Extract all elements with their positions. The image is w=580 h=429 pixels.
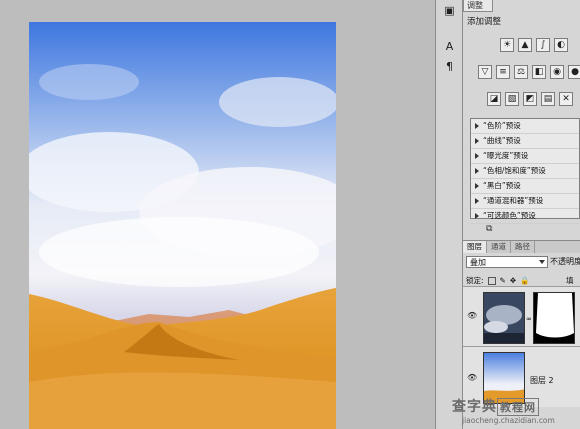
lock-transparent-icon[interactable] — [487, 276, 496, 285]
selective-color-icon[interactable]: ✕ — [559, 92, 573, 106]
invert-icon[interactable]: ◪ — [487, 92, 501, 106]
expand-triangle-icon — [475, 138, 479, 144]
opacity-label: 不透明度 — [550, 257, 580, 266]
adjustment-presets-list: “色阶”预设 “曲线”预设 “曝光度”预设 “色相/饱和度”预设 “黑白”预设 … — [470, 118, 580, 224]
exposure-icon[interactable]: ◐ — [554, 38, 568, 52]
vibrance-icon[interactable]: ▽ — [478, 65, 492, 79]
expand-triangle-icon — [475, 198, 479, 204]
adjustment-icons-row-2: ▽ ≡ ⚖ ◧ ◉ ● — [478, 65, 580, 81]
chain-link-icon[interactable]: ∞ — [526, 315, 532, 323]
levels-icon[interactable]: ▲ — [518, 38, 532, 52]
eye-icon[interactable]: 👁 — [467, 373, 477, 382]
chevron-down-icon — [539, 260, 545, 264]
adjustments-tool-icon[interactable]: ▣ — [441, 2, 458, 19]
paragraph-icon[interactable]: ¶ — [441, 58, 458, 75]
preset-item[interactable]: “可选颜色”预设 — [471, 209, 579, 224]
adjustments-title: 添加调整 — [467, 17, 502, 27]
posterize-icon[interactable]: ▧ — [505, 92, 519, 106]
layer-name: 图层 2 — [530, 376, 554, 385]
expand-triangle-icon — [475, 153, 479, 159]
expand-triangle-icon — [475, 123, 479, 129]
preset-item[interactable]: “曝光度”预设 — [471, 149, 579, 164]
preset-item[interactable]: “通道混和器”预设 — [471, 194, 579, 209]
expand-triangle-icon — [475, 183, 479, 189]
canvas-area[interactable] — [0, 0, 435, 429]
desert-sky-photo — [29, 22, 336, 429]
black-white-icon[interactable]: ◧ — [532, 65, 546, 79]
adjustment-icons-row-3: ◪ ▧ ◩ ▤ ✕ — [487, 92, 573, 108]
move-lock-icon[interactable]: ✥ — [510, 276, 516, 285]
layer-row[interactable]: 👁 ∞ — [463, 286, 580, 347]
lock-row: 锁定: ✎ ✥ 🔒 — [466, 275, 529, 286]
watermark: 查字典 教程网 — [452, 396, 539, 416]
preset-item[interactable]: “黑白”预设 — [471, 179, 579, 194]
layer-thumbnail — [483, 292, 525, 344]
hue-saturation-icon[interactable]: ≡ — [496, 65, 510, 79]
adjustment-icons-row-1: ☀ ▲ ∫ ◐ — [500, 38, 568, 54]
preset-item[interactable]: “色相/饱和度”预设 — [471, 164, 579, 179]
tab-adjustments[interactable]: 调整 — [463, 0, 493, 12]
lock-label: 锁定: — [466, 276, 484, 285]
watermark-url: jiaocheng.chazidian.com — [462, 416, 555, 425]
gradient-map-icon[interactable]: ▤ — [541, 92, 555, 106]
clip-to-layer-icon[interactable]: ⧉ — [486, 224, 492, 234]
layer-mask-thumbnail[interactable] — [533, 292, 575, 344]
document-image[interactable] — [29, 22, 336, 429]
preset-item[interactable]: “曲线”预设 — [471, 134, 579, 149]
channel-mixer-icon[interactable]: ● — [568, 65, 580, 79]
expand-triangle-icon — [475, 168, 479, 174]
preset-item[interactable]: “色阶”预设 — [471, 119, 579, 134]
brightness-icon[interactable]: ☀ — [500, 38, 514, 52]
brush-lock-icon[interactable]: ✎ — [500, 276, 506, 285]
photo-filter-icon[interactable]: ◉ — [550, 65, 564, 79]
tab-layers[interactable]: 图层 — [463, 241, 487, 253]
threshold-icon[interactable]: ◩ — [523, 92, 537, 106]
tab-channels[interactable]: 通道 — [487, 241, 511, 253]
eye-icon[interactable]: 👁 — [467, 311, 477, 320]
lock-all-icon[interactable]: 🔒 — [520, 276, 529, 285]
expand-triangle-icon — [475, 213, 479, 219]
color-balance-icon[interactable]: ⚖ — [514, 65, 528, 79]
character-icon[interactable]: A — [441, 38, 458, 55]
blend-mode-select[interactable]: 叠加 — [466, 256, 548, 268]
curves-icon[interactable]: ∫ — [536, 38, 550, 52]
tab-paths[interactable]: 路径 — [511, 241, 535, 253]
layers-panel-tabs: 图层 通道 路径 — [463, 240, 580, 253]
panel-toolstrip: ▣ A ¶ — [435, 0, 463, 429]
